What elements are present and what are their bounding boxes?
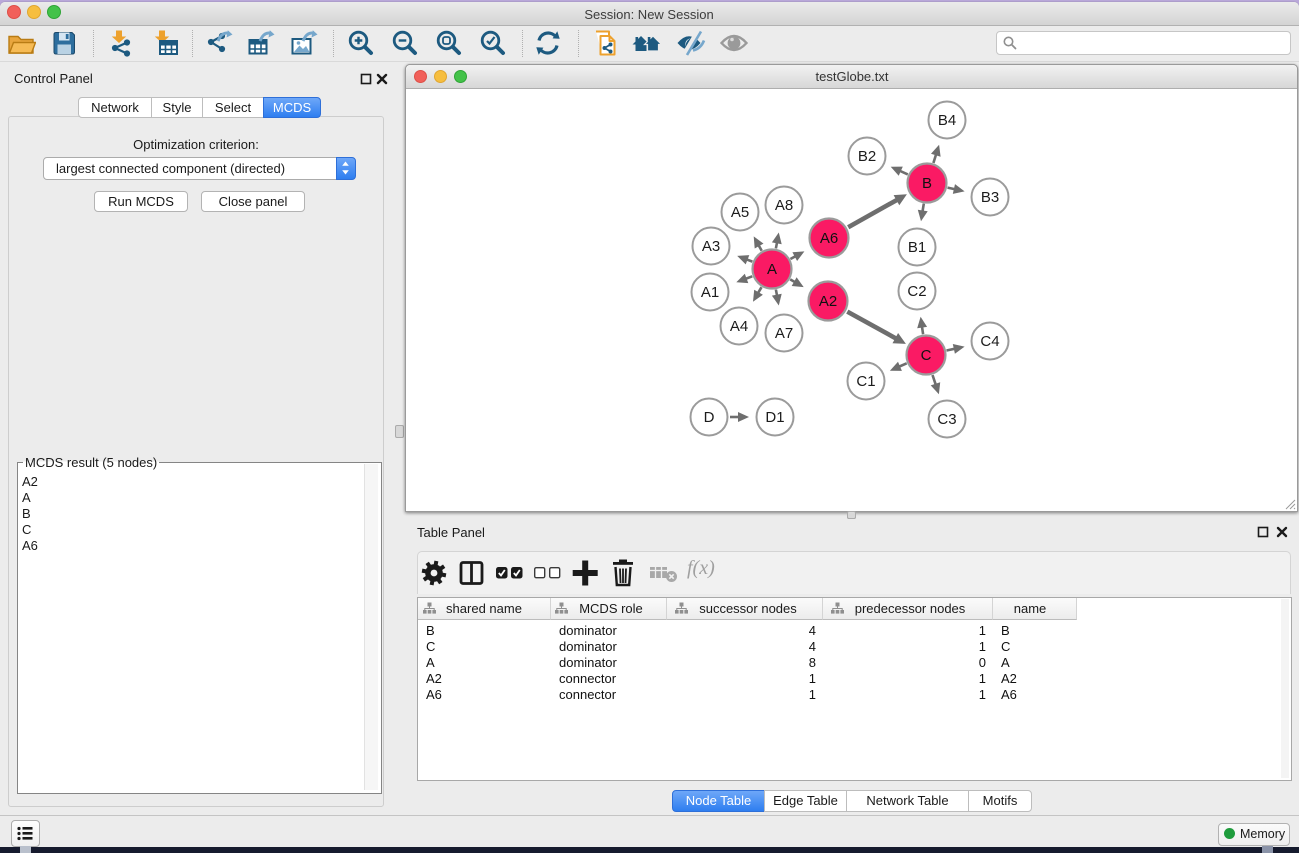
svg-text:A4: A4 (730, 318, 748, 335)
svg-text:B4: B4 (938, 112, 956, 129)
svg-text:A3: A3 (702, 238, 720, 255)
svg-text:B: B (922, 175, 932, 192)
svg-text:C1: C1 (856, 373, 875, 390)
svg-text:A2: A2 (819, 293, 837, 310)
svg-text:C4: C4 (980, 333, 999, 350)
svg-text:C2: C2 (907, 283, 926, 300)
svg-text:B1: B1 (908, 239, 926, 256)
svg-text:D1: D1 (765, 409, 784, 426)
svg-text:A1: A1 (701, 284, 719, 301)
svg-text:A5: A5 (731, 204, 749, 221)
svg-text:B2: B2 (858, 148, 876, 165)
svg-text:D: D (704, 409, 715, 426)
svg-text:A7: A7 (775, 325, 793, 342)
svg-text:A6: A6 (820, 230, 838, 247)
svg-text:A8: A8 (775, 197, 793, 214)
svg-text:C3: C3 (937, 411, 956, 428)
svg-text:A: A (767, 261, 777, 278)
svg-text:C: C (921, 347, 932, 364)
svg-text:B3: B3 (981, 189, 999, 206)
